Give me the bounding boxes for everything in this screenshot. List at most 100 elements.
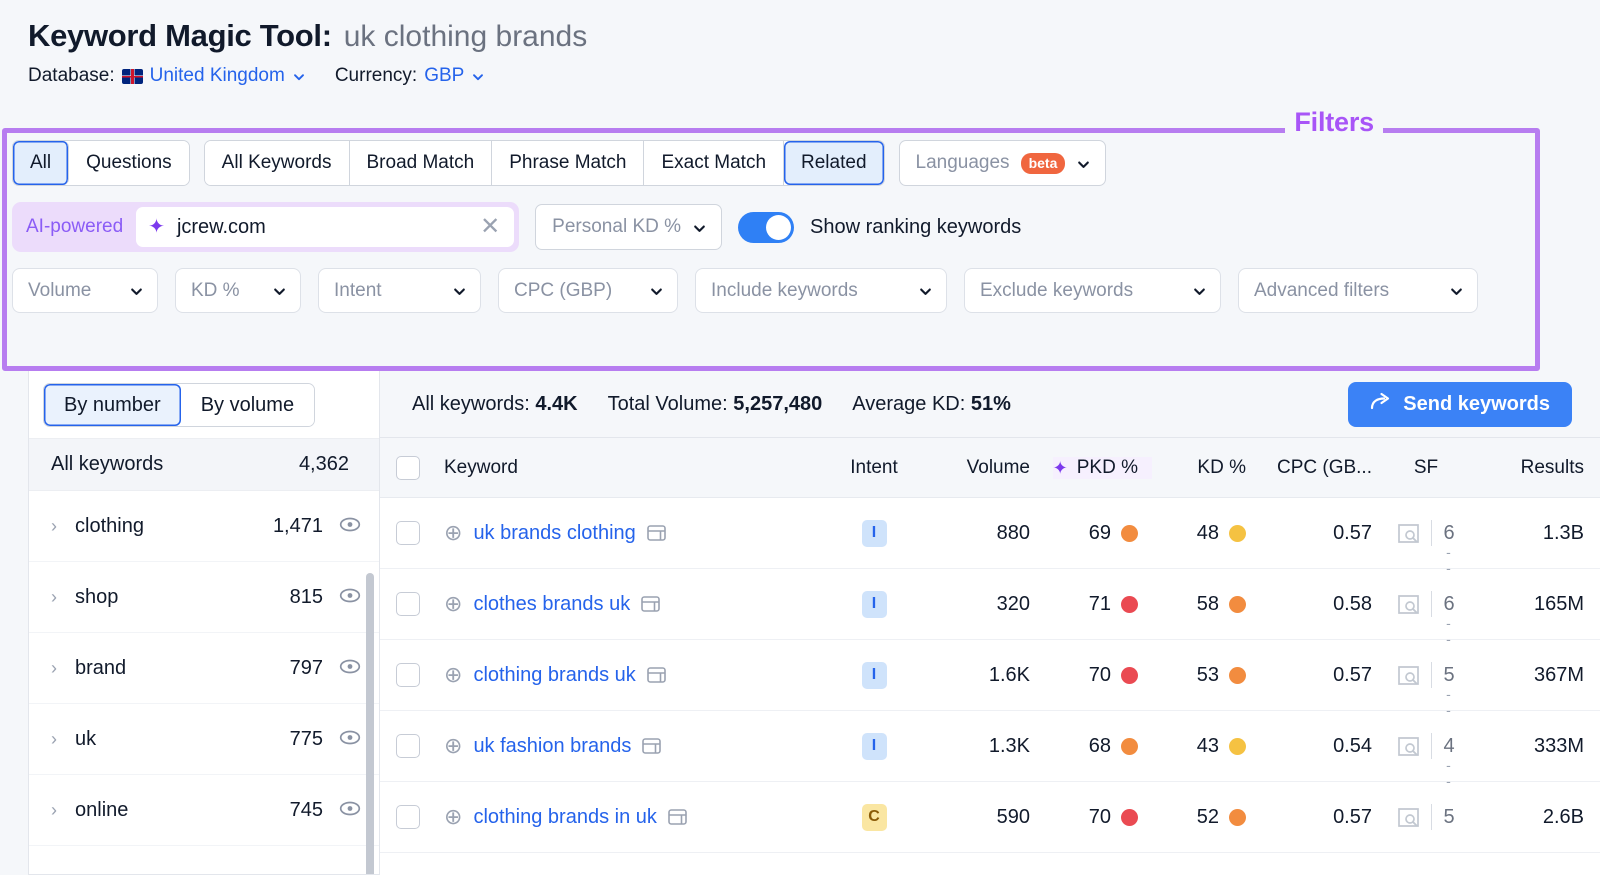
table-row[interactable]: ⊕ clothes brands uk I 320 71 58 0.58 6 -- 165M: [380, 569, 1600, 647]
serp-preview-icon[interactable]: [668, 808, 687, 826]
row-checkbox[interactable]: [396, 663, 420, 687]
eye-icon[interactable]: [335, 657, 361, 680]
close-icon[interactable]: ✕: [480, 215, 500, 239]
serp-features-icon[interactable]: [1397, 523, 1420, 544]
tab-by-volume[interactable]: By volume: [180, 384, 315, 426]
kd-filter[interactable]: KD %: [175, 268, 301, 313]
table-row[interactable]: ⊕ clothing brands uk I 1.6K 70 53 0.57 5 -- 367M: [380, 640, 1600, 718]
show-ranking-keywords-toggle[interactable]: [738, 211, 795, 243]
keyword-link[interactable]: clothing brands uk: [473, 664, 635, 687]
currency-value[interactable]: GBP: [424, 65, 464, 87]
column-header-cpc[interactable]: CPC (GB...: [1260, 457, 1372, 479]
tab-all[interactable]: All: [13, 141, 70, 185]
cpc-cell: 0.58: [1333, 592, 1372, 615]
row-checkbox[interactable]: [396, 592, 420, 616]
chevron-right-icon[interactable]: ›: [51, 587, 63, 608]
summary-total-volume-value: 5,257,480: [733, 392, 823, 415]
languages-dropdown[interactable]: Languages beta: [898, 140, 1107, 186]
serp-preview-icon[interactable]: [641, 595, 661, 613]
tab-by-number[interactable]: By number: [44, 384, 181, 426]
keyword-type-tabs-group: All Keywords Broad Match Phrase Match Ex…: [203, 140, 885, 186]
add-keyword-icon[interactable]: ⊕: [444, 664, 462, 686]
eye-icon[interactable]: [335, 586, 361, 609]
column-header-intent[interactable]: Intent: [828, 457, 920, 479]
group-label: clothing: [75, 514, 144, 537]
database-selector[interactable]: Database: United Kingdom: [28, 65, 305, 87]
show-ranking-keywords-label: Show ranking keywords: [810, 215, 1022, 238]
currency-selector[interactable]: Currency: GBP: [335, 65, 484, 87]
sidebar-item-shop[interactable]: › shop 815: [29, 562, 379, 633]
volume-filter[interactable]: Volume: [12, 268, 158, 313]
exclude-keywords-filter[interactable]: Exclude keywords: [964, 268, 1221, 313]
column-header-sf[interactable]: SF: [1372, 457, 1480, 479]
eye-icon[interactable]: [335, 799, 361, 822]
table-row[interactable]: ⊕ uk brands clothing I 880 69 48 0.57 6 -- 1.3B: [380, 498, 1600, 576]
tab-related[interactable]: Related: [784, 141, 884, 185]
keyword-link[interactable]: uk fashion brands: [473, 735, 631, 758]
row-checkbox[interactable]: [396, 734, 420, 758]
chevron-right-icon[interactable]: ›: [51, 516, 63, 537]
cpc-filter[interactable]: CPC (GBP): [498, 268, 678, 313]
intent-badge[interactable]: I: [861, 590, 887, 618]
add-keyword-icon[interactable]: ⊕: [444, 593, 462, 615]
serp-preview-icon[interactable]: [646, 666, 666, 684]
add-keyword-icon[interactable]: ⊕: [444, 522, 462, 544]
domain-input[interactable]: ✦ jcrew.com ✕: [136, 207, 515, 247]
advanced-filters[interactable]: Advanced filters: [1238, 268, 1478, 313]
tab-phrase-match[interactable]: Phrase Match: [492, 141, 645, 185]
sidebar-scrollbar[interactable]: [366, 573, 374, 874]
sf-cell: 4 --: [1372, 733, 1480, 789]
serp-preview-icon[interactable]: [646, 524, 666, 542]
column-header-volume[interactable]: Volume: [920, 457, 1030, 479]
intent-badge[interactable]: C: [861, 803, 887, 831]
add-keyword-icon[interactable]: ⊕: [444, 735, 462, 757]
table-row[interactable]: ⊕ clothing brands in uk C 590 70 52 0.57 5 2.6B: [380, 782, 1600, 853]
keyword-cell: ⊕ clothing brands uk: [436, 664, 828, 687]
tab-exact-match[interactable]: Exact Match: [644, 141, 785, 185]
row-checkbox[interactable]: [396, 521, 420, 545]
intent-badge[interactable]: I: [861, 519, 887, 547]
chevron-right-icon[interactable]: ›: [51, 800, 63, 821]
personal-kd-dropdown[interactable]: Personal KD %: [535, 204, 723, 250]
serp-features-icon[interactable]: [1397, 736, 1420, 757]
row-checkbox[interactable]: [396, 805, 420, 829]
serp-features-icon[interactable]: [1397, 594, 1420, 615]
chevron-down-icon: [452, 284, 465, 297]
intent-filter[interactable]: Intent: [318, 268, 481, 313]
ai-powered-domain-filter: AI-powered ✦ jcrew.com ✕: [12, 202, 520, 252]
column-header-results[interactable]: Results: [1480, 457, 1600, 479]
sidebar-item-all-keywords[interactable]: All keywords 4,362: [29, 439, 379, 491]
serp-features-icon[interactable]: [1397, 665, 1420, 686]
column-header-keyword[interactable]: Keyword: [436, 457, 828, 479]
keyword-link[interactable]: clothing brands in uk: [473, 806, 656, 829]
chevron-right-icon[interactable]: ›: [51, 658, 63, 679]
intent-badge[interactable]: I: [861, 732, 887, 760]
select-all-checkbox[interactable]: [396, 455, 420, 480]
sidebar-item-clothing[interactable]: › clothing 1,471: [29, 491, 379, 562]
intent-badge[interactable]: I: [861, 661, 887, 689]
cpc-cell: 0.54: [1333, 734, 1372, 757]
volume-cell: 880: [996, 521, 1030, 544]
include-keywords-filter[interactable]: Include keywords: [695, 268, 947, 313]
add-keyword-icon[interactable]: ⊕: [444, 806, 462, 828]
column-header-pkd[interactable]: ✦ PKD %: [1030, 456, 1152, 479]
sidebar-item-brand[interactable]: › brand 797: [29, 633, 379, 704]
keyword-link[interactable]: clothes brands uk: [473, 593, 630, 616]
serp-preview-icon[interactable]: [642, 737, 662, 755]
sidebar-item-uk[interactable]: › uk 775: [29, 704, 379, 775]
tab-questions[interactable]: Questions: [69, 141, 189, 185]
column-header-kd[interactable]: KD %: [1152, 457, 1260, 479]
keyword-link[interactable]: uk brands clothing: [473, 522, 635, 545]
eye-icon[interactable]: [335, 515, 361, 538]
tab-broad-match[interactable]: Broad Match: [349, 141, 493, 185]
sidebar-item-online[interactable]: › online 745: [29, 775, 379, 846]
chevron-right-icon[interactable]: ›: [51, 729, 63, 750]
eye-icon[interactable]: [335, 728, 361, 751]
chevron-down-icon: [1449, 284, 1462, 297]
serp-features-icon[interactable]: [1397, 807, 1420, 828]
table-row[interactable]: ⊕ uk fashion brands I 1.3K 68 43 0.54 4 -- 333M: [380, 711, 1600, 789]
tab-all-keywords[interactable]: All Keywords: [204, 141, 350, 185]
send-keywords-button[interactable]: Send keywords: [1348, 381, 1572, 427]
database-value[interactable]: United Kingdom: [150, 65, 285, 87]
summary-total-volume: Total Volume: 5,257,480: [608, 393, 823, 416]
